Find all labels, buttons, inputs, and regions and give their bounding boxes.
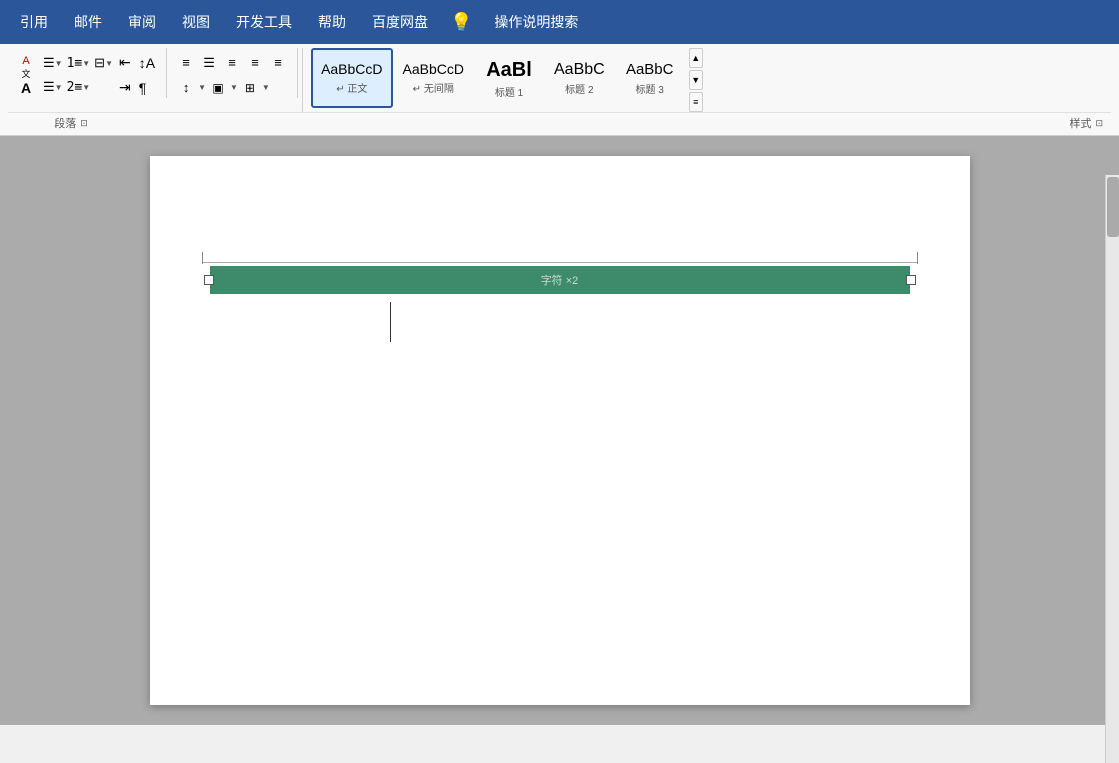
style-heading3-preview: AaBbC — [626, 61, 674, 79]
sort-pilcrow-controls: ↕A ¶ — [136, 50, 158, 100]
indent-increase-btn[interactable]: ⇥ — [116, 76, 134, 100]
style-no-space-preview: AaBbCcD — [403, 61, 464, 78]
gallery-scroll-down[interactable]: ▼ — [689, 70, 703, 90]
align-justify-btn[interactable]: ≡ — [244, 52, 266, 74]
menu-view[interactable]: 视图 — [170, 6, 222, 38]
gallery-scroll-controls: ▲ ▼ ≡ — [689, 48, 703, 112]
borders-btn[interactable]: ⊞ — [239, 77, 261, 99]
ruler-tick-right — [917, 252, 918, 264]
pilcrow-btn[interactable]: ¶ — [136, 76, 158, 100]
paragraph-section-label: 段落 — [54, 115, 76, 131]
document-content[interactable]: 字符 ×2 — [210, 266, 910, 466]
scrollbar-thumb[interactable] — [1107, 177, 1119, 237]
style-heading3-label: 标题 3 — [636, 81, 664, 96]
scrollbar-right[interactable] — [1105, 175, 1119, 763]
styles-expand-icon[interactable]: ⊡ — [1095, 118, 1103, 129]
gallery-scroll-up[interactable]: ▲ — [689, 48, 703, 68]
document-page[interactable]: 字符 ×2 — [150, 156, 970, 705]
style-no-space[interactable]: AaBbCcD ↵ 无间隔 — [393, 48, 474, 108]
style-normal-label: ↵ 正文 — [336, 80, 367, 95]
ruler-tick-left — [202, 252, 203, 264]
menu-baidu[interactable]: 百度网盘 — [360, 6, 440, 38]
numbered-list-btn[interactable]: 1≡ ▼ 2≡ ▼ — [66, 50, 92, 100]
styles-section-label: 样式 — [1069, 115, 1091, 131]
sort-btn[interactable]: ↕A — [136, 51, 158, 75]
align-right-btn[interactable]: ≡ — [221, 52, 243, 74]
indent-decrease-btn[interactable]: ⇤ — [116, 51, 134, 75]
bullet-list-btn[interactable]: ☰ ▼ ☰ ▼ — [42, 50, 64, 100]
indent-controls: ⇤ ⇥ — [116, 50, 134, 100]
text-cursor — [390, 302, 391, 342]
style-no-space-label: ↵ 无间隔 — [413, 80, 454, 95]
styles-gallery: AaBbCcD ↵ 正文 AaBbCcD ↵ 无间隔 AaBl 标题 1 AaB… — [302, 48, 1111, 112]
menu-devtools[interactable]: 开发工具 — [224, 6, 304, 38]
style-heading2[interactable]: AaBbC 标题 2 — [544, 48, 615, 108]
ribbon: A 文 A ☰ ▼ ☰ ▼ — [0, 44, 1119, 136]
shading-btn[interactable]: ▣ — [207, 77, 229, 99]
paragraph-expand-icon[interactable]: ⊡ — [80, 118, 88, 129]
menu-bar: 引用 邮件 审阅 视图 开发工具 帮助 百度网盘 💡 操作说明搜索 — [0, 0, 1119, 44]
font-btn-group[interactable]: A 文 A — [12, 50, 40, 100]
style-heading2-preview: AaBbC — [554, 60, 605, 79]
table-top-border — [202, 262, 918, 263]
align-left-btn[interactable]: ≡ — [175, 52, 197, 74]
style-heading1[interactable]: AaBl 标题 1 — [474, 48, 544, 108]
menu-cite[interactable]: 引用 — [8, 6, 60, 38]
multilevel-list-btn[interactable]: ⊟ ▼ — [93, 50, 114, 100]
section-labels: 段落 ⊡ 样式 ⊡ — [8, 112, 1111, 133]
menu-review[interactable]: 审阅 — [116, 6, 168, 38]
table-cell-text: 字符 ×2 — [541, 272, 579, 288]
style-normal[interactable]: AaBbCcD ↵ 正文 — [311, 48, 392, 108]
menu-help[interactable]: 帮助 — [306, 6, 358, 38]
style-heading3[interactable]: AaBbC 标题 3 — [615, 48, 685, 108]
menu-search[interactable]: 操作说明搜索 — [482, 6, 590, 38]
line-spacing-btn[interactable]: ↕ — [175, 77, 197, 99]
menu-mail[interactable]: 邮件 — [62, 6, 114, 38]
font-section: A 文 A ☰ ▼ ☰ ▼ — [8, 48, 162, 112]
lightbulb-icon: 💡 — [442, 6, 480, 39]
style-heading2-label: 标题 2 — [565, 81, 593, 96]
alignment-section: ≡ ☰ ≡ ≡ ≡ ↕ ▼ ▣ ▼ ⊞ ▼ — [171, 48, 293, 112]
align-center-btn[interactable]: ☰ — [198, 52, 220, 74]
style-heading1-preview: AaBl — [486, 58, 532, 82]
style-normal-preview: AaBbCcD — [321, 61, 382, 78]
style-heading1-label: 标题 1 — [495, 84, 523, 99]
gallery-expand[interactable]: ≡ — [689, 92, 703, 112]
resize-handle-right[interactable] — [906, 275, 916, 285]
table-row[interactable]: 字符 ×2 — [210, 266, 910, 294]
resize-handle-left[interactable] — [204, 275, 214, 285]
align-distribute-btn[interactable]: ≡ — [267, 52, 289, 74]
document-area[interactable]: 字符 ×2 — [0, 136, 1119, 725]
